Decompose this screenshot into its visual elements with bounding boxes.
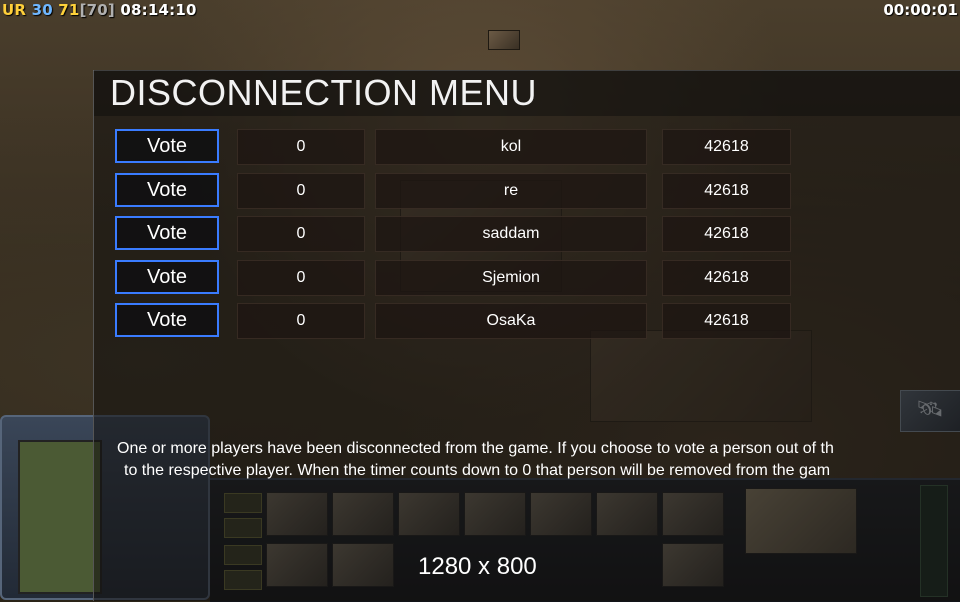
player-name: saddam [375,216,647,252]
player-ping: 42618 [662,216,791,252]
vote-count: 0 [237,216,365,252]
player-row: Vote 0 Sjemion 42618 [0,260,960,300]
disconnection-info: One or more players have been disconnect… [117,438,960,482]
player-row: Vote 0 OsaKa 42618 [0,303,960,343]
player-name: re [375,173,647,209]
vote-button[interactable]: Vote [115,303,219,337]
info-line: to the respective player. When the timer… [124,462,831,479]
stat-a: 30 [31,1,53,19]
vote-count: 0 [237,173,365,209]
player-ping: 42618 [662,173,791,209]
vote-count: 0 [237,260,365,296]
player-name: Sjemion [375,260,647,296]
resolution-overlay: 1280 x 800 [418,553,537,580]
info-line: One or more players have been disconnect… [117,440,834,457]
vote-button[interactable]: Vote [115,173,219,207]
player-ping: 42618 [662,303,791,339]
player-ping: 42618 [662,129,791,165]
game-clock: 08:14:10 [120,1,197,19]
stat-c: [70] [79,1,115,19]
faction-label: UR [2,1,27,19]
player-name: kol [375,129,647,165]
player-ping: 42618 [662,260,791,296]
player-row: Vote 0 re 42618 [0,173,960,213]
stat-b: 71 [58,1,80,19]
player-row: Vote 0 kol 42618 [0,129,960,169]
map-building [488,30,520,50]
vote-button[interactable]: Vote [115,216,219,250]
vote-count: 0 [237,129,365,165]
vote-button[interactable]: Vote [115,129,219,163]
player-row: Vote 0 saddam 42618 [0,216,960,256]
minimap[interactable] [18,440,102,594]
vote-count: 0 [237,303,365,339]
player-name: OsaKa [375,303,647,339]
resource-readout: UR 30 71[70] 08:14:10 [2,1,197,19]
vote-button[interactable]: Vote [115,260,219,294]
countdown-timer: 00:00:01 [883,1,958,19]
menu-title: DISCONNECTION MENU [110,72,538,113]
